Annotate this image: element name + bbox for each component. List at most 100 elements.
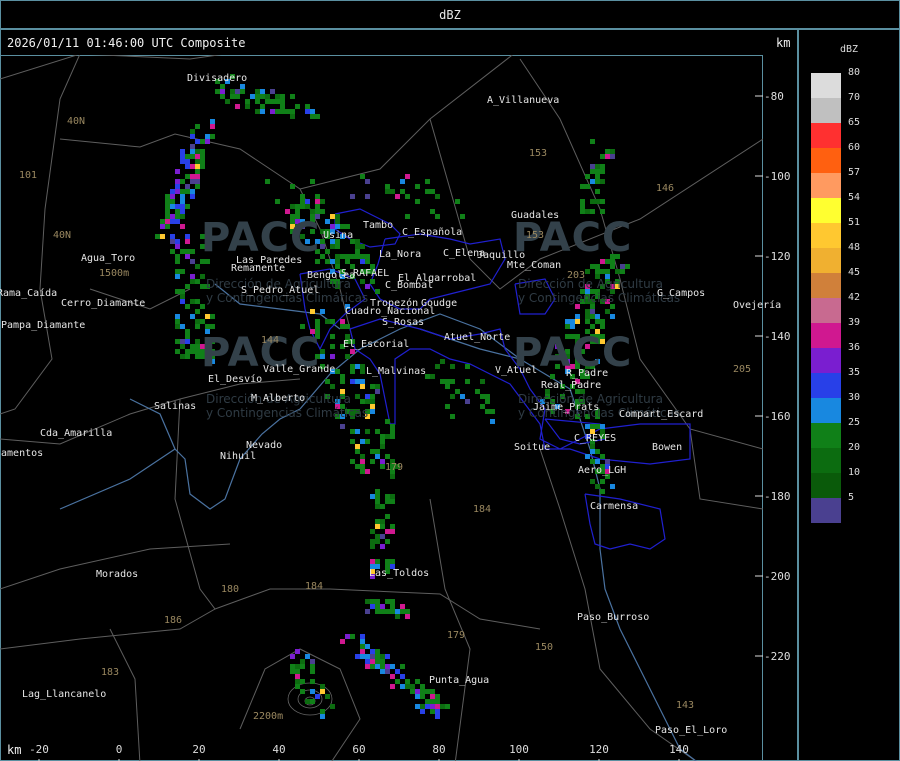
route-label: 153 [526, 230, 545, 241]
radar-echo-cell [340, 319, 345, 324]
radar-echo-cell [275, 199, 280, 204]
radar-echo-cell [430, 699, 435, 704]
radar-echo-cell [335, 244, 340, 249]
radar-echo-cell [370, 664, 375, 669]
radar-echo-cell [430, 189, 435, 194]
legend-level-label: 30 [848, 392, 861, 403]
radar-echo-cell [310, 664, 315, 669]
radar-echo-cell [405, 614, 410, 619]
radar-echo-cell [370, 599, 375, 604]
radar-echo-cell [195, 169, 200, 174]
radar-echo-cell [395, 679, 400, 684]
radar-echo-cell [185, 349, 190, 354]
radar-echo-cell [395, 614, 400, 619]
radar-echo-cell [380, 504, 385, 509]
radar-echo-cell [585, 319, 590, 324]
radar-echo-cell [320, 349, 325, 354]
radar-echo-cell [380, 664, 385, 669]
radar-echo-cell [320, 709, 325, 714]
radar-echo-cell [590, 164, 595, 169]
radar-echo-cell [310, 669, 315, 674]
route-label: 184 [473, 504, 492, 515]
radar-echo-cell [575, 319, 580, 324]
radar-echo-cell [375, 559, 380, 564]
y-axis-ticks [755, 95, 763, 657]
legend-swatch [811, 423, 841, 448]
radar-echo-cell [180, 269, 185, 274]
radar-echo-cell [185, 354, 190, 359]
radar-echo-cell [370, 449, 375, 454]
radar-echo-cell [405, 174, 410, 179]
route-label: 203 [567, 270, 586, 281]
place-label: Paso_El_Loro [655, 725, 728, 736]
route-label: 179 [385, 462, 404, 473]
radar-echo-cell [600, 319, 605, 324]
radar-map-panel[interactable]: PACC PACC PACC PACC Dirección de Agricul… [0, 29, 798, 761]
radar-echo-cell [175, 184, 180, 189]
radar-echo-cell [195, 324, 200, 329]
radar-echo-cell [195, 299, 200, 304]
radar-echo-cell [375, 599, 380, 604]
radar-echo-cell [180, 194, 185, 199]
place-label: M_Alberto [251, 393, 306, 404]
radar-echo-cell [355, 449, 360, 454]
radar-echo-cell [400, 609, 405, 614]
radar-echo-cell [330, 259, 335, 264]
radar-map[interactable] [0, 29, 798, 761]
radar-echo-cell [180, 154, 185, 159]
radar-echo-cell [595, 164, 600, 169]
radar-echo-cell [290, 109, 295, 114]
radar-echo-cell [400, 684, 405, 689]
radar-echo-cell [175, 349, 180, 354]
radar-echo-cell [185, 164, 190, 169]
x-tick-label: 0 [115, 743, 123, 756]
radar-echo-cell [305, 654, 310, 659]
radar-echo-cell [415, 679, 420, 684]
radar-echo-cell [165, 209, 170, 214]
radar-echo-cell [365, 599, 370, 604]
radar-echo-cell [175, 269, 180, 274]
place-label: Remanente [231, 263, 286, 274]
place-label: Nevado [246, 440, 283, 451]
radar-echo-cell [185, 234, 190, 239]
radar-echo-cell [580, 199, 585, 204]
radar-echo-cell [400, 189, 405, 194]
legend-level-label: 39 [848, 317, 861, 328]
radar-echo-cell [345, 254, 350, 259]
radar-echo-cell [255, 99, 260, 104]
legend-swatch [811, 448, 841, 473]
radar-echo-cell [380, 659, 385, 664]
radar-echo-cell [390, 494, 395, 499]
radar-echo-cell [590, 199, 595, 204]
radar-echo-cell [345, 259, 350, 264]
radar-echo-cell [400, 664, 405, 669]
radar-echo-cell [180, 224, 185, 229]
radar-echo-cell [335, 224, 340, 229]
x-tick-label: -20 [29, 743, 49, 756]
radar-echo-cell [340, 324, 345, 329]
radar-echo-cell [185, 339, 190, 344]
radar-echo-cell [180, 204, 185, 209]
radar-echo-cell [320, 689, 325, 694]
radar-echo-cell [365, 259, 370, 264]
radar-echo-cell [220, 89, 225, 94]
radar-echo-cell [195, 184, 200, 189]
radar-echo-cell [195, 279, 200, 284]
radar-echo-cell [320, 209, 325, 214]
place-label: S_Pedro_Atuel [241, 285, 320, 296]
radar-echo-cell [595, 199, 600, 204]
radar-echo-cell [610, 149, 615, 154]
y-tick-label: -160 [764, 410, 791, 423]
radar-echo-cell [450, 379, 455, 384]
route-label: 183 [101, 667, 120, 678]
radar-echo-cell [335, 219, 340, 224]
place-label: Nihuil [220, 451, 257, 462]
radar-echo-cell [580, 184, 585, 189]
legend-swatch [811, 98, 841, 123]
radar-echo-cell [565, 324, 570, 329]
radar-echo-cell [365, 644, 370, 649]
radar-echo-cell [600, 324, 605, 329]
radar-echo-cell [360, 244, 365, 249]
radar-echo-cell [185, 254, 190, 259]
radar-echo-cell [595, 269, 600, 274]
